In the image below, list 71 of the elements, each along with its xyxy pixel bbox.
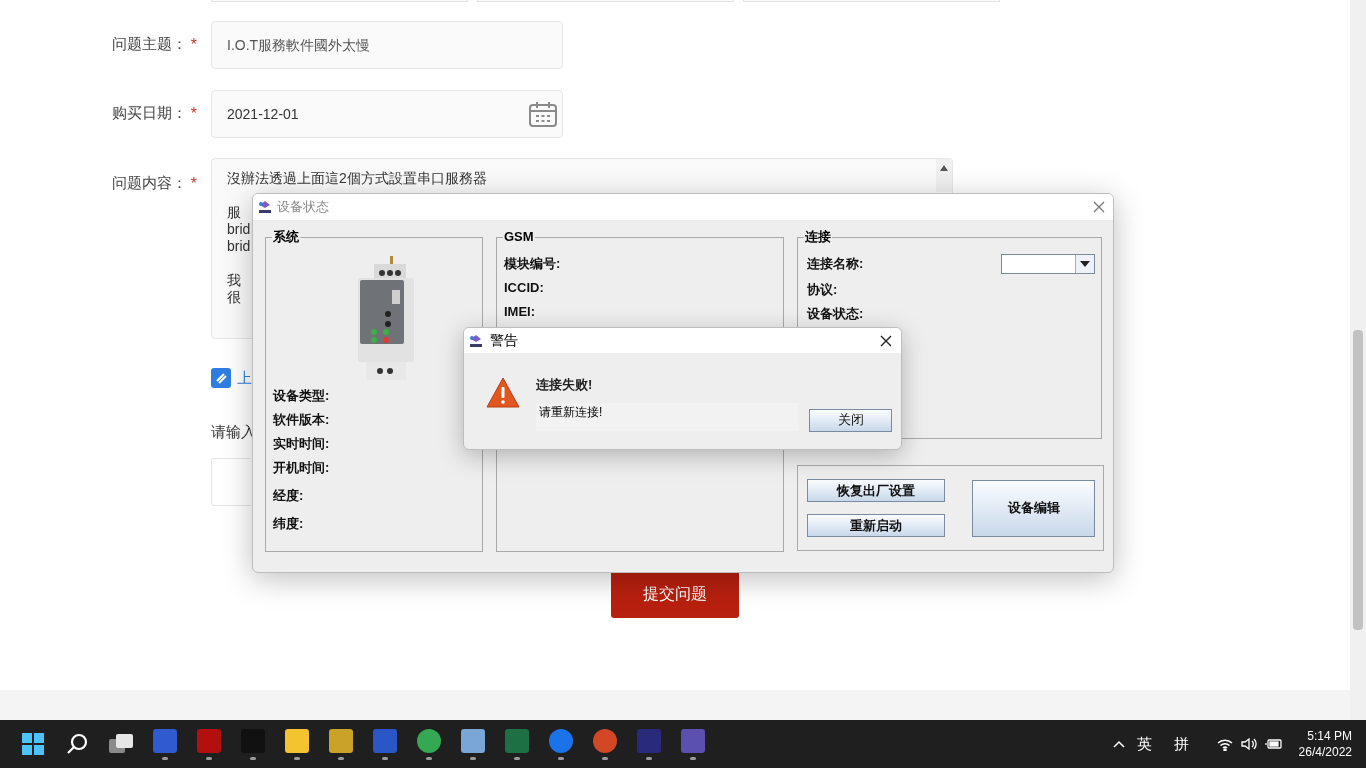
field-label: 纬度: — [273, 516, 305, 532]
date-field[interactable]: 2021-12-01 — [211, 90, 563, 138]
running-indicator — [646, 756, 652, 760]
restart-button[interactable]: 重新启动 — [807, 514, 945, 537]
field-label: 模块编号: — [504, 256, 562, 272]
wifi-icon[interactable] — [1216, 737, 1233, 751]
group-title: 系统 — [272, 229, 300, 245]
factory-reset-button[interactable]: 恢复出厂设置 — [807, 479, 945, 502]
running-indicator — [162, 756, 168, 760]
ime-mode-indicator[interactable]: 拼 — [1173, 732, 1189, 756]
close-icon[interactable] — [880, 334, 892, 347]
clock-time[interactable]: 5:14 PM — [1307, 728, 1352, 744]
subject-field[interactable]: I.O.T服務軟件國外太慢 — [211, 21, 563, 69]
battery-icon[interactable] — [1264, 738, 1283, 750]
running-indicator — [250, 756, 256, 760]
alert-message: 请重新连接! — [536, 402, 798, 431]
calendar-icon[interactable] — [529, 101, 557, 127]
running-indicator — [470, 756, 476, 760]
close-button[interactable]: 关闭 — [809, 408, 892, 432]
textarea-line: brid — [227, 221, 251, 238]
scrollbar[interactable] — [936, 159, 952, 192]
running-indicator — [514, 756, 520, 760]
start-icon[interactable] — [22, 733, 44, 755]
textarea-line: 沒辦法透過上面這2個方式設置串口服務器 — [227, 170, 487, 187]
connection-dropdown[interactable] — [1001, 254, 1095, 274]
running-indicator — [294, 756, 300, 760]
group-title: 连接 — [804, 229, 832, 245]
running-indicator — [338, 756, 344, 760]
chevron-up-icon[interactable] — [1112, 740, 1125, 748]
field-label: 实时时间: — [273, 436, 331, 452]
field-label: 软件版本: — [273, 412, 331, 428]
field-label: 协议: — [807, 282, 838, 298]
field-label: 问题内容： — [111, 173, 187, 193]
field-label: 购买日期： — [111, 103, 187, 123]
field-label: IMEI: — [504, 304, 537, 320]
warning-icon — [486, 377, 520, 408]
running-indicator — [206, 756, 212, 760]
page-scrollbar[interactable] — [1350, 0, 1366, 720]
dropdown-caret-icon — [1080, 261, 1090, 267]
field-label: 问题主题： — [111, 34, 187, 54]
task-view-icon[interactable] — [109, 734, 133, 754]
speaker-icon[interactable] — [1240, 737, 1257, 751]
required-mark: * — [190, 104, 197, 124]
text-field[interactable] — [211, 457, 251, 506]
window-title: 设备状态 — [277, 198, 329, 217]
running-indicator — [426, 756, 432, 760]
clock-date[interactable]: 26/4/2022 — [1298, 744, 1352, 760]
field-label: 开机时间: — [273, 460, 331, 476]
dialog-title: 警告 — [490, 331, 518, 350]
textarea-line: 我 — [227, 272, 241, 289]
required-mark: * — [190, 174, 197, 194]
ime-language-indicator[interactable]: 英 — [1136, 732, 1152, 756]
field-label: 连接名称: — [807, 256, 864, 272]
edit-device-button[interactable]: 设备编辑 — [972, 479, 1095, 537]
scroll-up-icon[interactable] — [940, 165, 948, 171]
textarea-line: 服 — [227, 204, 241, 221]
field-label: 设备类型: — [273, 388, 331, 404]
running-indicator — [558, 756, 564, 760]
textarea-line: 很 — [227, 289, 241, 306]
alert-heading: 连接失败! — [536, 376, 594, 394]
field-label: 经度: — [273, 488, 305, 504]
scrollbar-thumb[interactable] — [1353, 330, 1363, 630]
field-label: 设备状态: — [807, 306, 864, 322]
running-indicator — [690, 756, 696, 760]
running-indicator — [382, 756, 388, 760]
required-mark: * — [190, 35, 197, 55]
textarea-line: brid — [227, 238, 251, 255]
search-icon[interactable] — [66, 733, 88, 755]
upload-link[interactable]: 上 — [237, 367, 252, 390]
field-label: ICCID: — [504, 280, 545, 296]
running-indicator — [602, 756, 608, 760]
